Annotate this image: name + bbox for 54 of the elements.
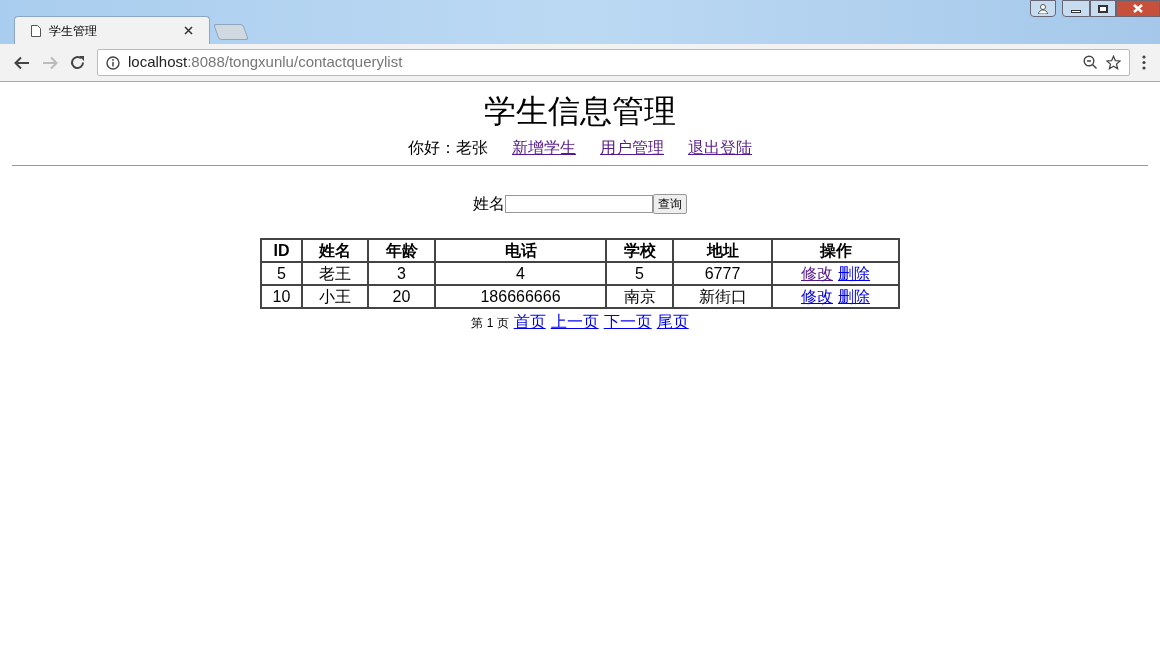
back-arrow-icon[interactable] — [14, 55, 30, 70]
table-cell: 20 — [368, 285, 435, 308]
person-icon — [1038, 3, 1048, 14]
table-cell: 小王 — [302, 285, 368, 308]
tab-title: 学生管理 — [49, 22, 98, 40]
column-header: 年龄 — [368, 239, 435, 262]
page-info: 第 1 页 — [471, 315, 509, 332]
action-link[interactable]: 修改 — [801, 264, 833, 283]
menu-icon[interactable] — [1142, 55, 1146, 70]
page-icon — [31, 24, 41, 37]
table-cell: 南京 — [606, 285, 673, 308]
action-link[interactable]: 修改 — [801, 287, 833, 306]
close-icon — [1133, 4, 1143, 13]
column-header: 姓名 — [302, 239, 368, 262]
reload-icon[interactable] — [70, 55, 85, 70]
table-cell: 3 — [368, 262, 435, 285]
minimize-button[interactable] — [1062, 0, 1090, 17]
star-icon[interactable] — [1106, 55, 1121, 70]
table-cell: 新街口 — [673, 285, 772, 308]
query-button[interactable]: 查询 — [653, 194, 687, 214]
url-text: localhost:8088/tongxunlu/contactquerylist — [128, 52, 404, 73]
zoom-out-icon[interactable] — [1083, 55, 1098, 70]
info-icon[interactable] — [106, 55, 120, 70]
pagination-link[interactable]: 上一页 — [550, 310, 599, 334]
page-title: 学生信息管理 — [484, 92, 676, 131]
pagination-link[interactable]: 下一页 — [603, 310, 652, 334]
nav-link[interactable]: 新增学生 — [512, 137, 576, 159]
column-header: 电话 — [435, 239, 606, 262]
column-header: ID — [261, 239, 302, 262]
pagination-link[interactable]: 尾页 — [656, 310, 689, 334]
table-cell: 10 — [261, 285, 302, 308]
table-cell: 5 — [261, 262, 302, 285]
nav-link[interactable]: 用户管理 — [600, 137, 664, 159]
profile-button[interactable] — [1030, 0, 1056, 17]
close-icon[interactable] — [184, 26, 193, 35]
column-header: 地址 — [673, 239, 772, 262]
column-header: 学校 — [606, 239, 673, 262]
close-window-button[interactable] — [1116, 0, 1160, 17]
maximize-button[interactable] — [1090, 0, 1116, 17]
action-link[interactable]: 删除 — [838, 287, 870, 306]
address-bar[interactable]: localhost:8088/tongxunlu/contactquerylist — [97, 49, 1130, 76]
name-label: 姓名 — [473, 194, 505, 214]
column-header: 操作 — [772, 239, 899, 262]
name-input[interactable] — [505, 195, 653, 213]
table-cell: 老王 — [302, 262, 368, 285]
browser-tab[interactable]: 学生管理 — [14, 16, 210, 44]
table-cell: 186666666 — [435, 285, 606, 308]
table-cell: 6777 — [673, 262, 772, 285]
pagination-link[interactable]: 首页 — [513, 310, 546, 334]
action-link[interactable]: 删除 — [838, 264, 870, 283]
table-cell: 4 — [435, 262, 606, 285]
nav-link[interactable]: 退出登陆 — [688, 137, 752, 159]
table-cell: 5 — [606, 262, 673, 285]
greeting: 你好：老张 — [408, 138, 488, 158]
